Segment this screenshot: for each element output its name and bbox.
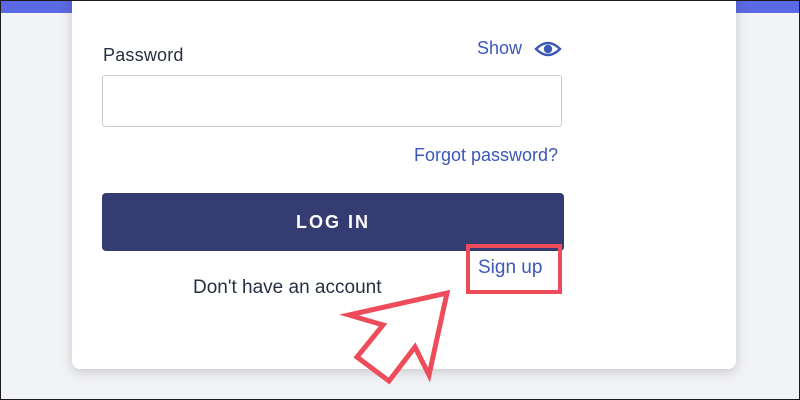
screenshot-frame: Password Show Forgot password? LOG IN Do… [0,0,800,400]
login-button[interactable]: LOG IN [102,193,564,251]
password-label: Password [103,45,184,65]
forgot-password-link[interactable]: Forgot password? [414,145,558,166]
show-password-toggle[interactable]: Show [477,38,562,59]
password-field[interactable] [102,75,562,127]
arrow-icon [339,289,451,385]
signup-link[interactable]: Sign up [478,257,542,279]
show-password-label: Show [477,38,523,58]
eye-icon [534,39,562,59]
